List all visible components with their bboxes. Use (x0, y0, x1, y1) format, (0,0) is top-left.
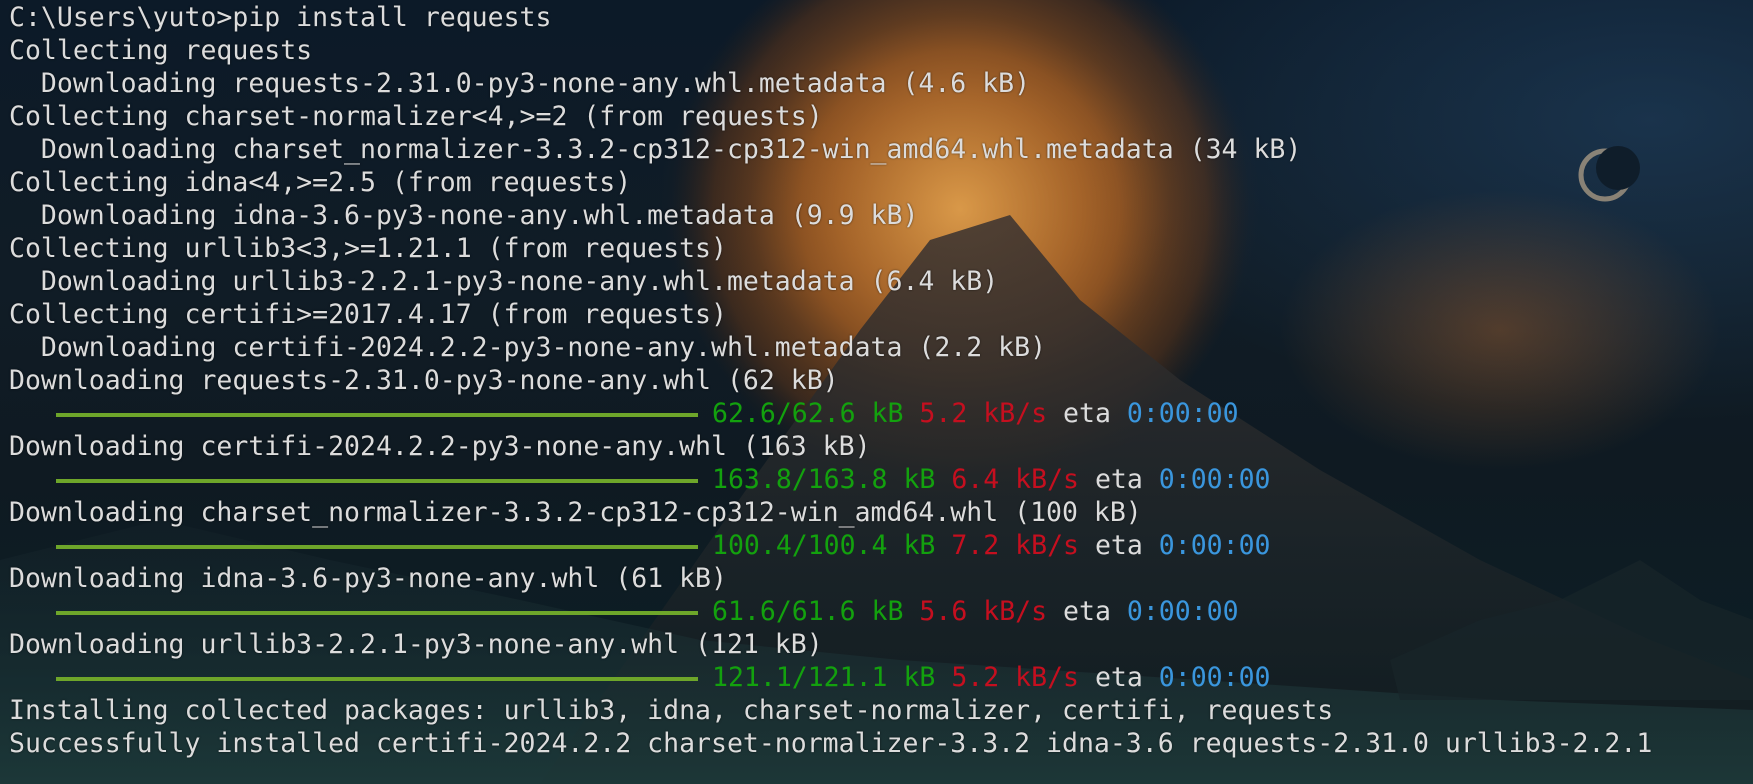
download-label: Downloading charset_normalizer-3.3.2-cp3… (9, 497, 1142, 528)
terminal-line: Collecting urllib3<3,>=1.21.1 (from requ… (9, 233, 727, 264)
progress-speed: 6.4 kB/s (951, 464, 1079, 495)
progress-bar (56, 545, 698, 549)
progress-bar (56, 611, 698, 615)
terminal-line: Downloading requests-2.31.0-py3-none-any… (9, 68, 1031, 99)
progress-eta-label: eta (1063, 398, 1111, 429)
progress-info: 163.8/163.8 kB 6.4 kB/s eta 0:00:00 (712, 462, 1270, 495)
progress-eta-label: eta (1094, 662, 1143, 693)
terminal-output: C:\Users\yuto>pip install requests Colle… (9, 0, 1744, 784)
progress-eta-label: eta (1094, 464, 1143, 495)
terminal-line: Downloading charset_normalizer-3.3.2-cp3… (9, 134, 1302, 165)
progress-speed: 7.2 kB/s (951, 530, 1079, 561)
terminal-line: Downloading idna-3.6-py3-none-any.whl.me… (9, 200, 919, 231)
progress-bar (56, 413, 698, 417)
progress-eta: 0:00:00 (1158, 530, 1271, 561)
progress-speed: 5.2 kB/s (951, 662, 1079, 693)
terminal-line: Downloading urllib3-2.2.1-py3-none-any.w… (9, 266, 999, 297)
progress-bar (56, 677, 698, 681)
download-label: Downloading certifi-2024.2.2-py3-none-an… (9, 431, 871, 462)
progress-size: 100.4/100.4 kB (712, 530, 936, 561)
terminal-line: Collecting charset-normalizer<4,>=2 (fro… (9, 101, 823, 132)
success-line: Successfully installed certifi-2024.2.2 … (9, 728, 1653, 759)
terminal-line: Collecting idna<4,>=2.5 (from requests) (9, 167, 632, 198)
progress-speed: 5.6 kB/s (919, 596, 1048, 627)
progress-info: 100.4/100.4 kB 7.2 kB/s eta 0:00:00 (712, 528, 1270, 561)
terminal-line: Collecting requests (9, 35, 313, 66)
progress-eta: 0:00:00 (1126, 398, 1239, 429)
download-label: Downloading idna-3.6-py3-none-any.whl (6… (9, 563, 727, 594)
terminal-line: Downloading certifi-2024.2.2-py3-none-an… (9, 332, 1047, 363)
progress-eta-label: eta (1094, 530, 1143, 561)
progress-eta: 0:00:00 (1158, 464, 1271, 495)
progress-speed: 5.2 kB/s (919, 398, 1048, 429)
progress-eta: 0:00:00 (1126, 596, 1239, 627)
download-label: Downloading requests-2.31.0-py3-none-any… (9, 365, 839, 396)
progress-info: 121.1/121.1 kB 5.2 kB/s eta 0:00:00 (712, 660, 1270, 693)
download-label: Downloading urllib3-2.2.1-py3-none-any.w… (9, 629, 823, 660)
terminal-line: Collecting certifi>=2017.4.17 (from requ… (9, 299, 727, 330)
progress-eta-label: eta (1063, 596, 1111, 627)
progress-size: 62.6/62.6 kB (712, 398, 904, 429)
progress-eta: 0:00:00 (1158, 662, 1271, 693)
progress-bar (56, 479, 698, 483)
progress-info: 62.6/62.6 kB 5.2 kB/s eta 0:00:00 (712, 396, 1239, 429)
install-line: Installing collected packages: urllib3, … (9, 695, 1334, 726)
progress-size: 121.1/121.1 kB (712, 662, 936, 693)
progress-size: 61.6/61.6 kB (712, 596, 904, 627)
terminal-line: C:\Users\yuto>pip install requests (9, 2, 552, 33)
progress-info: 61.6/61.6 kB 5.6 kB/s eta 0:00:00 (712, 594, 1239, 627)
progress-size: 163.8/163.8 kB (712, 464, 936, 495)
